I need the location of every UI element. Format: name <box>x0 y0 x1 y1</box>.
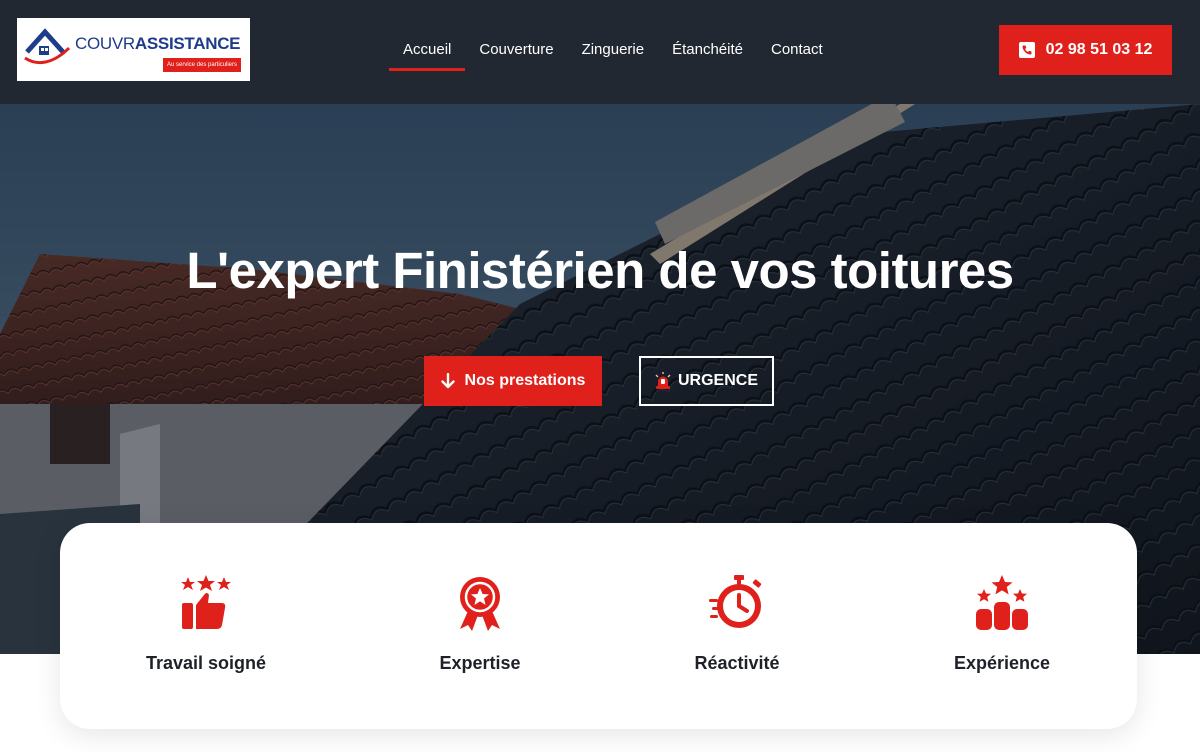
nav-item-zinguerie[interactable]: Zinguerie <box>568 28 659 72</box>
brand-wordmark: COUVRASSISTANCE <box>75 34 241 53</box>
brand-tagline: Au service des particuliers <box>163 58 241 72</box>
siren-icon <box>655 372 671 389</box>
ranking-podium-icon <box>976 575 1028 630</box>
nav-item-etancheite[interactable]: Étanchéité <box>658 28 757 72</box>
brand-logo[interactable]: COUVRASSISTANCE Au service des particuli… <box>17 18 250 81</box>
emergency-button[interactable]: URGENCE <box>639 356 774 406</box>
services-button[interactable]: Nos prestations <box>424 356 602 406</box>
feature-label: Travail soigné <box>145 653 267 673</box>
stopwatch-speed-icon <box>709 575 762 628</box>
phone-icon <box>1018 42 1035 58</box>
arrow-down-icon <box>440 373 455 389</box>
phone-call-button[interactable]: 02 98 51 03 12 <box>999 25 1172 75</box>
site-header: COUVRASSISTANCE Au service des particuli… <box>0 0 1200 104</box>
feature-label: Expérience <box>953 653 1051 673</box>
emergency-button-label: URGENCE <box>677 372 758 389</box>
hero-title: L'expert Finistérien de vos toitures <box>186 242 1014 299</box>
feature-label: Expertise <box>439 653 521 673</box>
nav-item-contact[interactable]: Contact <box>757 28 837 72</box>
nav-item-couverture[interactable]: Couverture <box>465 28 567 72</box>
main-nav: Accueil Couverture Zinguerie Étanchéité … <box>389 28 837 72</box>
nav-item-accueil[interactable]: Accueil <box>389 28 466 72</box>
services-button-label: Nos prestations <box>464 372 586 389</box>
thumbs-up-stars-icon <box>181 575 231 629</box>
feature-label: Réactivité <box>694 653 780 673</box>
award-badge-icon <box>460 577 500 631</box>
phone-number: 02 98 51 03 12 <box>1045 41 1153 58</box>
house-logo-icon <box>24 28 71 65</box>
features-card: Travail soigné Expertise Réactivité Expé… <box>60 523 1137 729</box>
